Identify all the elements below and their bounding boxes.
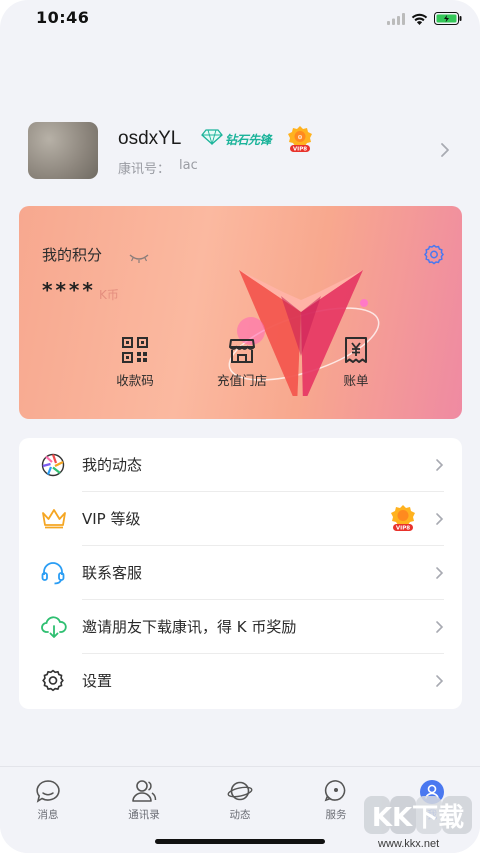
status-time: 10:46 xyxy=(36,8,90,27)
menu-label-invite-friends: 邀请朋友下载康讯，得 K 币奖励 xyxy=(82,618,297,636)
menu-item-my-moments[interactable]: 我的动态 xyxy=(19,438,462,492)
chevron-right-icon xyxy=(435,619,444,638)
vip-badge-icon: VIP8 xyxy=(390,504,416,536)
profile-name: osdxYL xyxy=(118,128,182,149)
bill-button[interactable]: 账单 xyxy=(316,336,396,389)
profile-id-label: 康讯号： xyxy=(118,162,171,177)
vip-badge-icon: ⊙ VIP8 xyxy=(287,125,313,157)
tab-label: 消息 xyxy=(37,809,59,821)
status-icons xyxy=(387,12,462,25)
chevron-right-icon xyxy=(435,673,444,692)
eye-closed-icon[interactable] xyxy=(129,248,149,267)
tab-messages[interactable]: 消息 xyxy=(18,779,78,822)
vip-badge-label: VIP8 xyxy=(293,147,307,153)
tab-label: 服务 xyxy=(325,809,347,821)
points-card: 我的积分 **** K币 收款码 充值门店 账单 xyxy=(19,206,462,419)
status-bar: 10:46 xyxy=(0,0,480,40)
menu-label-my-moments: 我的动态 xyxy=(82,456,143,474)
watermark-url: www.kkx.net xyxy=(378,838,440,850)
crown-icon xyxy=(41,507,67,533)
profile-header[interactable]: osdxYL 钻石先锋 ⊙ VIP8 康讯号： lac xyxy=(28,122,458,182)
wifi-icon xyxy=(411,13,428,25)
chevron-right-icon xyxy=(435,457,444,476)
chevron-right-icon[interactable] xyxy=(440,142,450,162)
gear-icon[interactable] xyxy=(423,244,445,270)
card-actions: 收款码 充值门店 账单 xyxy=(19,336,462,396)
watermark: KK下载 www.kkx.net xyxy=(360,792,480,850)
tab-moments[interactable]: 动态 xyxy=(210,779,270,822)
bill-label: 账单 xyxy=(343,373,369,388)
menu-label-customer-service: 联系客服 xyxy=(82,564,143,582)
diamond-badge: 钻石先锋 xyxy=(201,129,272,149)
menu-item-vip-level[interactable]: VIP 等级 VIP8 xyxy=(19,492,462,546)
gear-icon xyxy=(41,669,65,697)
points-title: 我的积分 xyxy=(42,246,103,264)
store-icon xyxy=(202,336,282,364)
tab-contacts[interactable]: 通讯录 xyxy=(114,779,174,822)
menu-label-vip-level: VIP 等级 xyxy=(82,510,141,528)
menu-item-invite-friends[interactable]: 邀请朋友下载康讯，得 K 币奖励 xyxy=(19,600,462,654)
watermark-logo-text: KK下载 xyxy=(372,803,464,833)
tab-label: 通讯录 xyxy=(128,809,160,821)
tab-services[interactable]: 服务 xyxy=(306,779,366,822)
menu-label-settings: 设置 xyxy=(82,672,113,690)
signal-icon xyxy=(387,12,405,25)
points-value: **** xyxy=(42,278,96,302)
home-indicator xyxy=(155,839,325,844)
cloud-download-icon xyxy=(41,615,67,643)
recharge-store-label: 充值门店 xyxy=(216,373,267,388)
headset-icon xyxy=(41,561,65,589)
menu-item-settings[interactable]: 设置 xyxy=(19,654,462,708)
profile-id-value: lac xyxy=(179,158,198,173)
svg-text:⊙: ⊙ xyxy=(297,134,302,141)
receive-code-button[interactable]: 收款码 xyxy=(95,336,175,389)
diamond-badge-text: 钻石先锋 xyxy=(225,132,272,147)
battery-icon xyxy=(434,12,462,25)
bill-icon xyxy=(316,336,396,364)
recharge-store-button[interactable]: 充值门店 xyxy=(202,336,282,389)
aperture-icon xyxy=(41,453,65,481)
chevron-right-icon xyxy=(435,565,444,584)
diamond-icon xyxy=(201,129,223,149)
service-icon xyxy=(306,779,366,803)
menu-list: 我的动态 VIP 等级 VIP8 联系客服 邀请朋友下载康讯，得 K 币奖励 设… xyxy=(19,438,462,709)
phone-screen: 10:46 osdxYL 钻石先锋 ⊙ VIP8 康讯号： lac 我的积分 *… xyxy=(0,0,480,853)
planet-icon xyxy=(210,779,270,803)
tab-label: 动态 xyxy=(229,809,251,821)
contacts-icon xyxy=(114,779,174,803)
qr-code-icon xyxy=(95,336,175,364)
receive-code-label: 收款码 xyxy=(116,373,154,388)
chat-bubble-icon xyxy=(18,779,78,803)
watermark-logo-icon: KK下载 xyxy=(364,796,472,834)
avatar[interactable] xyxy=(28,122,98,179)
chevron-right-icon xyxy=(435,511,444,530)
menu-item-customer-service[interactable]: 联系客服 xyxy=(19,546,462,600)
vip-badge-label: VIP8 xyxy=(396,526,410,532)
points-unit: K币 xyxy=(99,288,119,302)
